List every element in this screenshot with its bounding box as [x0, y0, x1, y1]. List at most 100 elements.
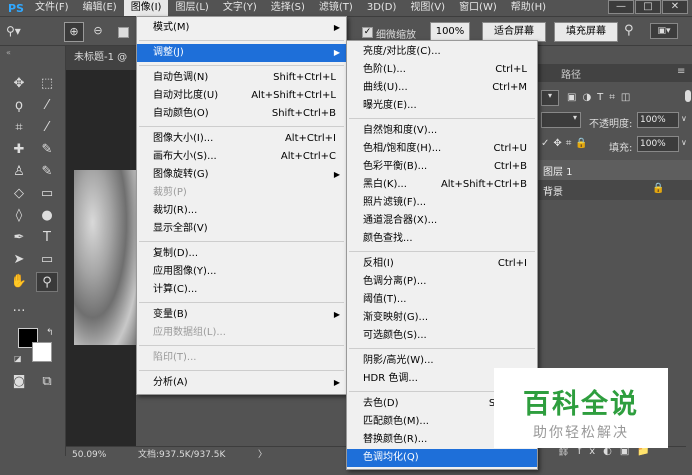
- filter-dropdown-icon[interactable]: ▾: [541, 90, 559, 106]
- blend-mode-dropdown[interactable]: ▾: [541, 112, 581, 128]
- history-brush-icon[interactable]: ✎: [36, 162, 58, 182]
- image-menu-item-19[interactable]: 变量(B) ▶: [137, 306, 346, 324]
- fill-screen-button[interactable]: 填充屏幕: [554, 22, 618, 42]
- default-colors-icon[interactable]: ◪: [14, 354, 22, 363]
- maximize-button[interactable]: □: [635, 0, 661, 14]
- workspace-icon[interactable]: ▣▾: [650, 23, 678, 39]
- minimize-button[interactable]: —: [608, 0, 634, 14]
- adjust-menu-item-25[interactable]: 色调均化(Q): [347, 449, 537, 467]
- scrubby-zoom-checkbox[interactable]: ✓: [362, 27, 373, 38]
- fill-input[interactable]: 100%: [637, 136, 679, 152]
- fit-screen-button[interactable]: 适合屏幕: [482, 22, 546, 42]
- image-menu-item-8[interactable]: 图像大小(I)... Alt+Ctrl+I: [137, 130, 346, 148]
- image-menu-item-16[interactable]: 应用图像(Y)...: [137, 263, 346, 281]
- layer-row-1[interactable]: 图层 1: [537, 160, 692, 180]
- tab-paths[interactable]: 路径: [561, 66, 581, 81]
- eraser-tool-icon[interactable]: ◇: [8, 184, 30, 204]
- adjust-menu-item-2[interactable]: 曲线(U)... Ctrl+M: [347, 79, 537, 97]
- menu-filter[interactable]: 滤镜(T): [312, 0, 360, 16]
- zoom-tool-icon[interactable]: ⚲: [36, 272, 58, 292]
- image-menu-item-0[interactable]: 模式(M) ▶: [137, 19, 346, 37]
- brush-tool-icon[interactable]: ✎: [36, 140, 58, 160]
- move-tool-icon[interactable]: ✥: [8, 74, 30, 94]
- background-color-swatch[interactable]: [32, 342, 52, 362]
- menu-edit[interactable]: 编辑(E): [76, 0, 124, 16]
- panel-menu-icon[interactable]: ≡: [677, 66, 685, 77]
- zoom-in-icon[interactable]: ⊕: [64, 22, 84, 42]
- image-menu-item-10[interactable]: 图像旋转(G) ▶: [137, 166, 346, 184]
- shape-tool-icon[interactable]: ▭: [36, 250, 58, 270]
- image-menu-item-17[interactable]: 计算(C)...: [137, 281, 346, 299]
- eyedropper-icon[interactable]: ⁄: [36, 118, 58, 138]
- adjust-menu-item-6[interactable]: 色相/饱和度(H)... Ctrl+U: [347, 140, 537, 158]
- adjust-menu-item-7[interactable]: 色彩平衡(B)... Ctrl+B: [347, 158, 537, 176]
- menu-help[interactable]: 帮助(H): [504, 0, 553, 16]
- lasso-tool-icon[interactable]: ϙ: [8, 96, 30, 116]
- path-select-icon[interactable]: ➤: [8, 250, 30, 270]
- adjust-menu-item-14[interactable]: 色调分离(P)...: [347, 273, 537, 291]
- more-tools-icon[interactable]: …: [8, 298, 30, 318]
- stamp-tool-icon[interactable]: ♙: [8, 162, 30, 182]
- collapse-icon[interactable]: «: [6, 48, 11, 57]
- gradient-tool-icon[interactable]: ▭: [36, 184, 58, 204]
- crop-tool-icon[interactable]: ⌗: [8, 118, 30, 138]
- menu-layer[interactable]: 图层(L): [168, 0, 215, 16]
- canvas-image[interactable]: [74, 170, 136, 345]
- screen-mode-icon[interactable]: ⧉: [36, 372, 58, 392]
- status-arrow-icon[interactable]: 〉: [258, 447, 267, 464]
- image-menu-item-4[interactable]: 自动色调(N) Shift+Ctrl+L: [137, 69, 346, 87]
- menu-window[interactable]: 窗口(W): [452, 0, 504, 16]
- image-menu-item-6[interactable]: 自动颜色(O) Shift+Ctrl+B: [137, 105, 346, 123]
- adjust-menu-item-15[interactable]: 阈值(T)...: [347, 291, 537, 309]
- quick-mask-icon[interactable]: ◙: [8, 372, 30, 392]
- adjust-menu-item-5[interactable]: 自然饱和度(V)...: [347, 122, 537, 140]
- blur-tool-icon[interactable]: ◊: [8, 206, 30, 226]
- adjust-menu-item-17[interactable]: 可选颜色(S)...: [347, 327, 537, 345]
- image-menu-item-12[interactable]: 裁切(R)...: [137, 202, 346, 220]
- adjust-menu-item-8[interactable]: 黑白(K)... Alt+Shift+Ctrl+B: [347, 176, 537, 194]
- adjust-menu-item-10[interactable]: 通道混合器(X)...: [347, 212, 537, 230]
- menu-file[interactable]: 文件(F): [28, 0, 76, 16]
- healing-brush-icon[interactable]: ✚: [8, 140, 30, 160]
- opacity-input[interactable]: 100%: [637, 112, 679, 128]
- menu-select[interactable]: 选择(S): [264, 0, 312, 16]
- adjust-menu-item-11[interactable]: 颜色查找...: [347, 230, 537, 248]
- resize-windows-checkbox[interactable]: [118, 27, 129, 38]
- magic-wand-icon[interactable]: ⁄: [36, 96, 58, 116]
- adjust-menu-item-13[interactable]: 反相(I) Ctrl+I: [347, 255, 537, 273]
- hand-tool-icon[interactable]: ✋: [8, 272, 30, 292]
- adjust-menu-item-9[interactable]: 照片滤镜(F)...: [347, 194, 537, 212]
- submenu-arrow-icon: ▶: [333, 378, 340, 387]
- menu-3d[interactable]: 3D(D): [360, 0, 404, 16]
- layer-row-background[interactable]: 背景 🔒: [537, 180, 692, 200]
- adjust-menu-item-16[interactable]: 渐变映射(G)...: [347, 309, 537, 327]
- zoom-value-button[interactable]: 100%: [430, 22, 470, 42]
- menu-image[interactable]: 图像(I): [123, 0, 169, 16]
- type-tool-icon[interactable]: T: [36, 228, 58, 248]
- image-menu-item-9[interactable]: 画布大小(S)... Alt+Ctrl+C: [137, 148, 346, 166]
- adjust-menu-item-0[interactable]: 亮度/对比度(C)...: [347, 43, 537, 61]
- menu-type[interactable]: 文字(Y): [216, 0, 264, 16]
- layer-filter-icons[interactable]: ▣◑T⌗◫: [567, 92, 636, 103]
- menu-view[interactable]: 视图(V): [403, 0, 452, 16]
- document-tab[interactable]: 未标题-1 @: [66, 46, 136, 70]
- close-button[interactable]: ✕: [662, 0, 688, 14]
- image-menu-item-24[interactable]: 分析(A) ▶: [137, 374, 346, 392]
- pen-tool-icon[interactable]: ✒: [8, 228, 30, 248]
- adjust-menu-item-3[interactable]: 曝光度(E)...: [347, 97, 537, 115]
- zoom-out-icon[interactable]: ⊖: [88, 22, 108, 42]
- image-menu-item-5[interactable]: 自动对比度(U) Alt+Shift+Ctrl+L: [137, 87, 346, 105]
- opacity-dropdown-icon[interactable]: ∨: [681, 114, 687, 123]
- image-menu-item-15[interactable]: 复制(D)...: [137, 245, 346, 263]
- marquee-tool-icon[interactable]: ⬚: [36, 74, 58, 94]
- filter-toggle-icon[interactable]: [685, 90, 691, 102]
- dodge-tool-icon[interactable]: ●: [36, 206, 58, 226]
- swap-colors-icon[interactable]: ↰: [46, 328, 54, 338]
- image-menu-item-13[interactable]: 显示全部(V): [137, 220, 346, 238]
- adjust-menu-item-1[interactable]: 色阶(L)... Ctrl+L: [347, 61, 537, 79]
- lock-icons[interactable]: ✓✥⌗🔒: [541, 138, 592, 149]
- fill-dropdown-icon[interactable]: ∨: [681, 138, 687, 147]
- zoom-tool-icon[interactable]: ⚲▾: [6, 24, 21, 38]
- image-menu-item-2[interactable]: 调整(J) ▶: [137, 44, 346, 62]
- search-icon[interactable]: ⚲: [624, 23, 634, 38]
